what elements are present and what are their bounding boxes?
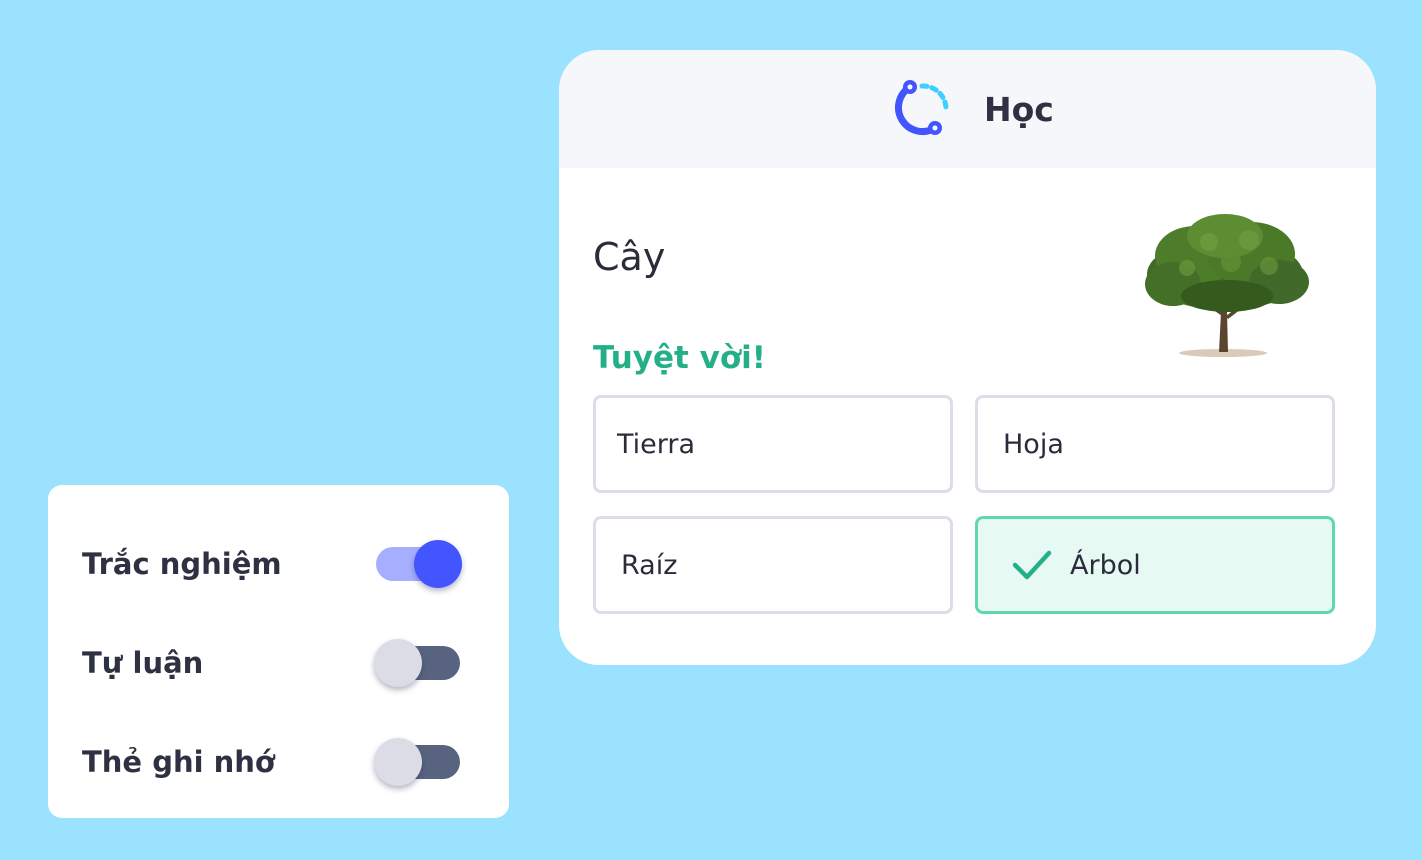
answer-label: Raíz (621, 549, 678, 581)
setting-row-flashcards: Thẻ ghi nhớ (82, 737, 477, 787)
toggle-knob (414, 540, 462, 588)
toggle-knob (374, 738, 422, 786)
answer-option-arbol-correct[interactable]: Árbol (975, 516, 1335, 614)
setting-row-written: Tự luận (82, 638, 477, 688)
settings-card: Trắc nghiệm Tự luận Thẻ ghi nhớ (48, 485, 509, 818)
toggle-flashcards[interactable] (374, 738, 460, 786)
check-icon (1012, 550, 1052, 580)
toggle-multiple-choice[interactable] (376, 540, 462, 588)
learn-logo-icon (895, 80, 949, 135)
feedback-text: Tuyệt vời! (593, 340, 766, 376)
toggle-written[interactable] (374, 639, 460, 687)
learn-header: Học (559, 50, 1376, 168)
answer-option-hoja[interactable]: Hoja (975, 395, 1335, 493)
setting-row-multiple-choice: Trắc nghiệm (82, 539, 477, 589)
tree-image (1145, 214, 1309, 357)
setting-label: Thẻ ghi nhớ (82, 745, 275, 779)
setting-label: Tự luận (82, 646, 204, 680)
answer-label: Hoja (1003, 428, 1064, 460)
answer-option-raiz[interactable]: Raíz (593, 516, 953, 614)
learn-title: Học (984, 90, 1054, 129)
term-text: Cây (593, 235, 666, 279)
toggle-knob (374, 639, 422, 687)
answer-option-tierra[interactable]: Tierra (593, 395, 953, 493)
answer-label: Tierra (617, 428, 696, 460)
learn-card: Học Cây Tuyệt vời! Tierra Hoja Raíz Árbo… (559, 50, 1376, 665)
setting-label: Trắc nghiệm (82, 547, 282, 581)
answer-label: Árbol (1070, 549, 1141, 581)
